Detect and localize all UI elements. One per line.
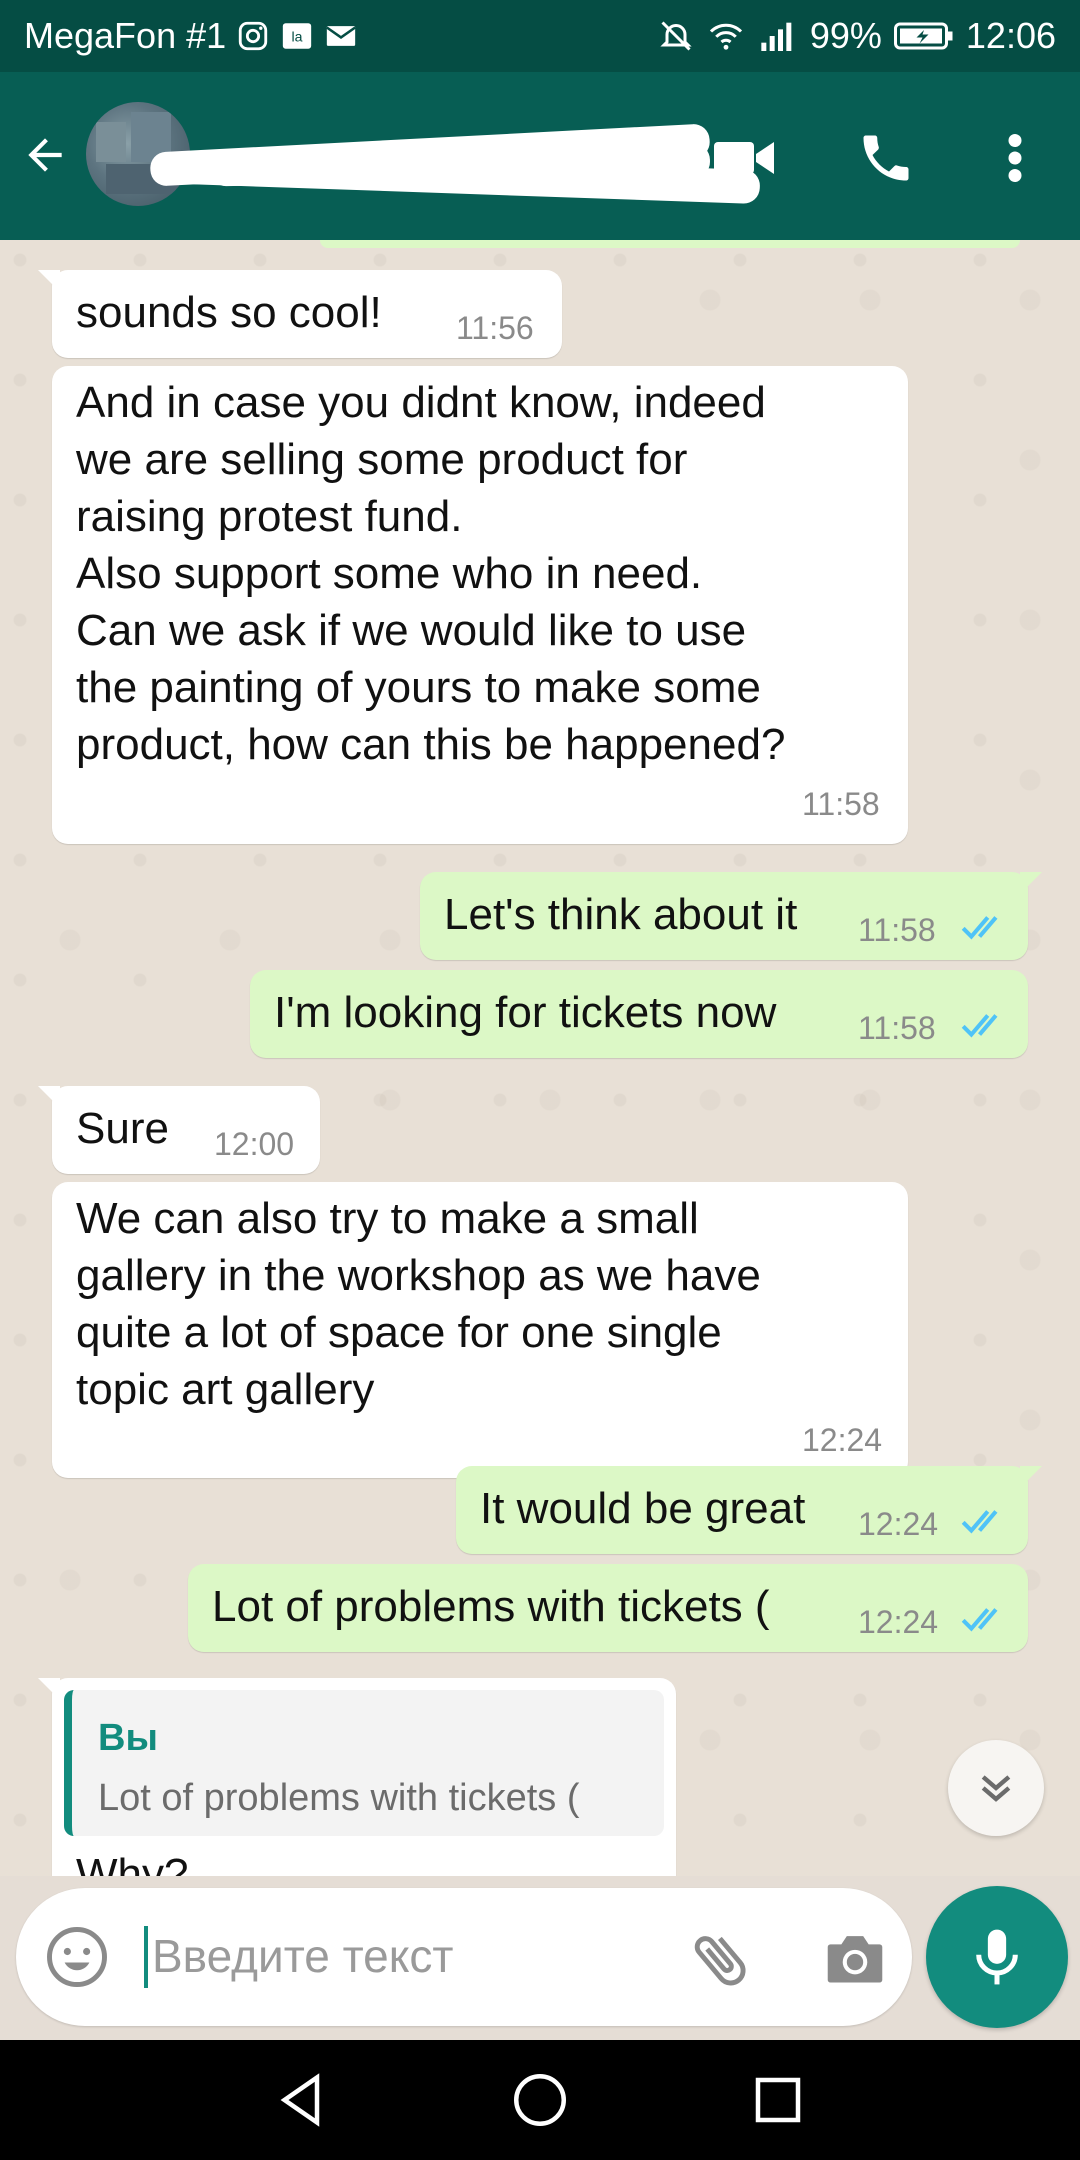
message-incoming[interactable]: Sure 12:00 <box>38 1086 320 1174</box>
mail-icon <box>324 19 358 53</box>
back-button[interactable] <box>20 130 70 180</box>
app-notification-icon: la <box>280 19 314 53</box>
previous-message-edge <box>320 240 1020 248</box>
clock: 12:06 <box>965 15 1056 56</box>
bubble-tail <box>1020 1466 1042 1488</box>
nav-back-button[interactable] <box>272 2070 332 2130</box>
quoted-message[interactable]: Вы Lot of problems with tickets ( <box>64 1690 664 1836</box>
message-outgoing[interactable]: I'm looking for tickets now 11:58 <box>250 970 1028 1058</box>
paperclip-icon <box>694 1936 746 1986</box>
video-call-button[interactable] <box>712 134 776 182</box>
more-vert-icon <box>1008 134 1022 182</box>
message-time: 11:56 <box>456 310 534 346</box>
quoted-author: Вы <box>98 1717 158 1759</box>
status-bar-right: 99% 12:06 <box>658 15 1056 57</box>
message-list[interactable]: sounds so cool! 11:56 And in case you di… <box>0 240 1080 1876</box>
system-navigation-bar <box>0 2040 1080 2160</box>
message-outgoing[interactable]: Lot of problems with tickets ( 12:24 <box>188 1564 1028 1652</box>
voice-call-button[interactable] <box>856 128 916 188</box>
message-text: I'm looking for tickets now <box>274 988 777 1037</box>
contact-name-redacted[interactable] <box>149 123 770 205</box>
bubble-tail <box>38 1678 60 1700</box>
carrier-name: MegaFon #1 <box>24 15 227 56</box>
message-time: 12:00 <box>214 1126 295 1162</box>
emoji-button[interactable] <box>44 1924 110 1990</box>
message-text: Let's think about it <box>444 890 798 939</box>
message-time: 12:24 <box>802 1422 883 1458</box>
message-outgoing[interactable]: It would be great 12:24 <box>456 1466 1042 1554</box>
battery-icon <box>893 20 954 52</box>
bubble-tail <box>1020 872 1042 894</box>
message-time: 12:24 <box>858 1604 939 1640</box>
camera-icon <box>827 1936 883 1983</box>
instagram-icon <box>236 19 270 53</box>
read-ticks-icon <box>961 1510 998 1534</box>
battery-percent: 99% <box>809 15 882 56</box>
bubble-tail <box>38 270 60 292</box>
mute-icon <box>658 18 694 54</box>
message-text: Sure <box>76 1104 169 1153</box>
message-text: We can also try to make a small gallery … <box>76 1194 761 1414</box>
read-ticks-icon <box>961 1014 998 1038</box>
message-text: And in case you didnt know, indeed we ar… <box>76 378 786 769</box>
nav-home-button[interactable] <box>510 2070 570 2130</box>
read-ticks-icon <box>961 916 998 940</box>
video-camera-icon <box>714 142 774 174</box>
compose-bar <box>16 1888 912 2026</box>
voice-message-button[interactable] <box>926 1886 1068 2028</box>
message-outgoing[interactable]: Let's think about it 11:58 <box>420 872 1042 960</box>
phone-icon <box>863 135 909 181</box>
message-incoming[interactable]: sounds so cool! 11:56 <box>38 270 562 358</box>
chat-header <box>0 72 1080 240</box>
message-time: 12:24 <box>858 1506 939 1542</box>
message-incoming[interactable]: And in case you didnt know, indeed we ar… <box>52 366 908 844</box>
message-time: 11:58 <box>858 912 936 948</box>
nav-recents-button[interactable] <box>748 2070 808 2130</box>
message-text: It would be great <box>480 1484 806 1533</box>
message-text: Lot of problems with tickets ( <box>212 1582 770 1631</box>
scroll-to-bottom-button[interactable] <box>948 1740 1044 1836</box>
wifi-icon <box>706 18 746 54</box>
message-incoming[interactable]: We can also try to make a small gallery … <box>52 1182 908 1478</box>
double-chevron-down-icon <box>981 1775 1011 1802</box>
bubble-tail <box>38 1086 60 1108</box>
arrow-left-icon <box>28 138 62 172</box>
message-text: sounds so cool! <box>76 288 382 337</box>
quoted-text: Lot of problems with tickets ( <box>98 1777 580 1819</box>
square-recents-icon <box>755 2077 801 2123</box>
svg-text:la: la <box>292 30 303 46</box>
status-bar-left: MegaFon #1 la <box>24 15 658 57</box>
camera-button[interactable] <box>822 1928 888 1988</box>
message-incoming-reply[interactable]: Вы Lot of problems with tickets ( Why? <box>38 1678 676 1876</box>
smiley-icon <box>47 1927 107 1987</box>
triangle-back-icon <box>280 2073 320 2127</box>
attach-button[interactable] <box>688 1926 754 1992</box>
message-input[interactable] <box>152 1916 652 1996</box>
circle-home-icon <box>514 2074 566 2126</box>
text-cursor <box>144 1926 148 1988</box>
message-time: 11:58 <box>802 786 880 822</box>
message-time: 11:58 <box>858 1010 936 1046</box>
more-options-button[interactable] <box>1000 128 1030 188</box>
read-ticks-icon <box>961 1608 998 1632</box>
status-bar: MegaFon #1 la 99% 12:06 <box>0 0 1080 72</box>
signal-icon <box>758 19 798 53</box>
message-text: Why? <box>76 1850 189 1876</box>
microphone-icon <box>976 1929 1018 1985</box>
